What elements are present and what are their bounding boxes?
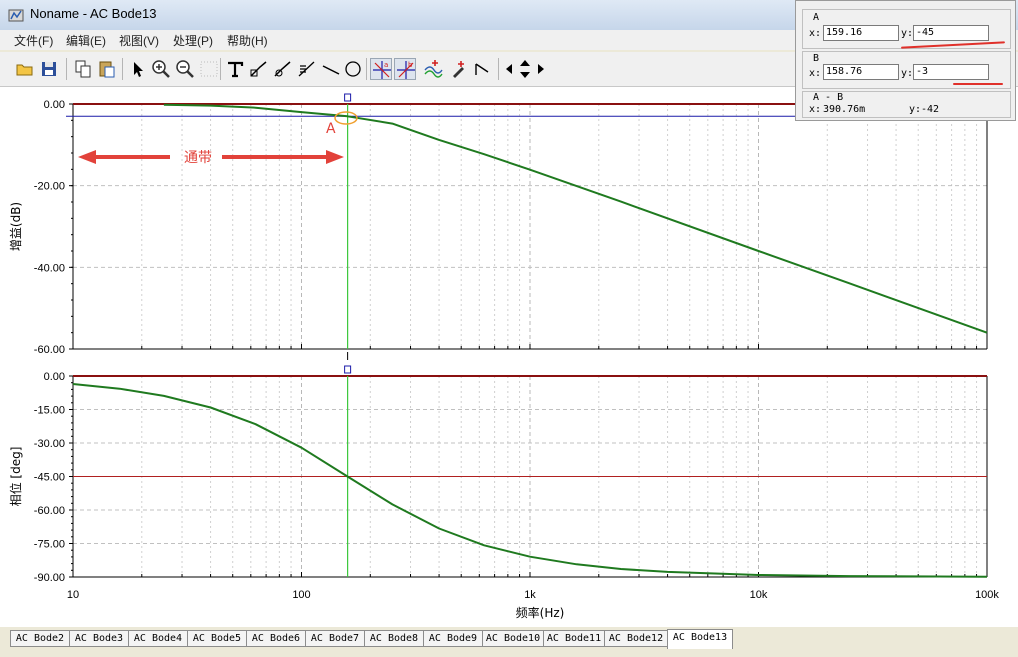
window-title: Noname - AC Bode13 bbox=[30, 6, 157, 21]
cursor-diff-header: A - B bbox=[813, 92, 844, 103]
x-tick-label: 100 bbox=[292, 589, 310, 601]
cursor-b-y-label: y: bbox=[901, 68, 914, 79]
scroll-left-icon[interactable] bbox=[502, 58, 516, 80]
highlight-underline bbox=[953, 83, 1003, 85]
text-tool-icon[interactable] bbox=[224, 58, 246, 80]
cursor-readout-panel: A x: 159.16 y: -45 B x: 158.76 y: -3 A -… bbox=[795, 0, 1016, 121]
cursor-b-x-field[interactable]: 158.76 bbox=[823, 64, 899, 80]
toolbar-separator bbox=[498, 58, 499, 80]
x-tick-label: 10 bbox=[67, 589, 79, 601]
tab-ac-bode13[interactable]: AC Bode13 bbox=[667, 629, 733, 649]
toolbar-separator bbox=[220, 58, 221, 80]
gain-y-tick-label: -20.00 bbox=[34, 181, 65, 193]
bode-plot-svg: 0.00 -20.00 -40.00 -60.00 增益(dB) 0.00 -15.00 -3… bbox=[8, 93, 999, 620]
line-tool-icon[interactable] bbox=[248, 58, 270, 80]
cursor-a-icon[interactable]: a bbox=[370, 58, 392, 80]
phase-y-axis-label: 相位 [deg] bbox=[8, 447, 23, 507]
svg-text:a: a bbox=[384, 61, 388, 69]
save-icon[interactable] bbox=[38, 58, 60, 80]
cursor-a-y-label: y: bbox=[901, 28, 914, 39]
cursor-b-header: B bbox=[813, 53, 820, 64]
app-icon bbox=[8, 7, 24, 23]
cursor-a-x-label: x: bbox=[809, 28, 822, 39]
pointer-icon[interactable] bbox=[126, 58, 148, 80]
annotate-tool-icon[interactable] bbox=[272, 58, 294, 80]
add-trace-icon[interactable] bbox=[422, 58, 444, 80]
tab-ac-bode9[interactable]: AC Bode9 bbox=[423, 630, 483, 647]
phase-y-tick-label: -45.00 bbox=[34, 472, 65, 484]
cursor-diff-group: A - B x: 390.76m y: -42 bbox=[802, 91, 1011, 118]
menu-file[interactable]: 文件(F) bbox=[14, 32, 53, 49]
tab-ac-bode10[interactable]: AC Bode10 bbox=[482, 630, 544, 647]
cursor-b-y-field[interactable]: -3 bbox=[913, 64, 989, 80]
phase-y-tick-label: -15.00 bbox=[34, 405, 65, 417]
toolbar-separator bbox=[366, 58, 367, 80]
cursor-diff-x-label: x: bbox=[809, 104, 822, 115]
tab-ac-bode4[interactable]: AC Bode4 bbox=[128, 630, 188, 647]
zoom-in-icon[interactable] bbox=[150, 58, 172, 80]
tab-ac-bode5[interactable]: AC Bode5 bbox=[187, 630, 247, 647]
straight-line-icon[interactable] bbox=[320, 58, 342, 80]
phase-y-tick-label: -90.00 bbox=[34, 572, 65, 584]
passband-label: 通带 bbox=[184, 150, 212, 166]
zoom-100-icon[interactable] bbox=[198, 58, 220, 80]
cursor-b-group: B x: 158.76 y: -3 bbox=[802, 51, 1011, 89]
x-tick-label: 10k bbox=[750, 589, 768, 601]
menu-help[interactable]: 帮助(H) bbox=[227, 32, 268, 49]
gain-y-axis-label: 增益(dB) bbox=[9, 202, 23, 251]
cursor-b-x-label: x: bbox=[809, 68, 822, 79]
cursor-a-y-field[interactable]: -45 bbox=[913, 25, 989, 41]
x-axis-label: 频率(Hz) bbox=[516, 605, 565, 620]
cursor-diff-y-value: -42 bbox=[921, 104, 940, 115]
menu-view[interactable]: 视图(V) bbox=[119, 32, 159, 49]
paste-icon[interactable] bbox=[96, 58, 118, 80]
toolbar-separator bbox=[66, 58, 67, 80]
gain-cursor-marker bbox=[344, 93, 352, 102]
bode-plot-area: 0.00 -20.00 -40.00 -60.00 增益(dB) 0.00 -15.00 -3… bbox=[0, 87, 1018, 627]
ellipse-icon[interactable] bbox=[342, 58, 364, 80]
menu-edit[interactable]: 编辑(E) bbox=[66, 32, 106, 49]
tab-ac-bode3[interactable]: AC Bode3 bbox=[69, 630, 129, 647]
hatch-tool-icon[interactable] bbox=[296, 58, 318, 80]
open-folder-icon[interactable] bbox=[14, 58, 36, 80]
cursor-a-header: A bbox=[813, 12, 820, 23]
cursor-b-icon[interactable]: b bbox=[394, 58, 416, 80]
tab-ac-bode2[interactable]: AC Bode2 bbox=[10, 630, 70, 647]
tab-ac-bode11[interactable]: AC Bode11 bbox=[543, 630, 605, 647]
tab-ac-bode7[interactable]: AC Bode7 bbox=[305, 630, 365, 647]
tab-bar: AC Bode2 AC Bode3 AC Bode4 AC Bode5 AC Bode6… bbox=[0, 627, 1018, 657]
phase-y-tick-label: -30.00 bbox=[34, 438, 65, 450]
point-a-label: A bbox=[326, 121, 336, 137]
cursor-diff-x-value: 390.76m bbox=[823, 104, 866, 115]
phase-y-tick-label: 0.00 bbox=[44, 371, 65, 383]
gain-y-tick-label: -40.00 bbox=[34, 262, 65, 274]
tab-ac-bode8[interactable]: AC Bode8 bbox=[364, 630, 424, 647]
tab-ac-bode12[interactable]: AC Bode12 bbox=[604, 630, 668, 647]
x-tick-label: 1k bbox=[524, 589, 536, 601]
menu-process[interactable]: 处理(P) bbox=[173, 32, 213, 49]
step-icon[interactable] bbox=[472, 58, 494, 80]
gain-y-tick-label: -60.00 bbox=[34, 344, 65, 356]
toolbar-separator bbox=[122, 58, 123, 80]
highlight-underline bbox=[901, 41, 1005, 49]
phase-y-tick-label: -60.00 bbox=[34, 505, 65, 517]
x-tick-label: 100k bbox=[975, 589, 999, 601]
gain-y-tick-label: 0.00 bbox=[44, 99, 65, 111]
phase-y-tick-label: -75.00 bbox=[34, 539, 65, 551]
cursor-diff-y-label: y: bbox=[909, 104, 922, 115]
cursor-a-x-field[interactable]: 159.16 bbox=[823, 25, 899, 41]
scroll-up-down-icon[interactable] bbox=[516, 58, 534, 80]
cursor-a-group: A x: 159.16 y: -45 bbox=[802, 9, 1011, 49]
zoom-out-icon[interactable] bbox=[174, 58, 196, 80]
color-picker-icon[interactable] bbox=[448, 58, 470, 80]
phase-cursor-marker bbox=[344, 365, 352, 374]
svg-text:b: b bbox=[408, 61, 413, 69]
copy-icon[interactable] bbox=[72, 58, 94, 80]
tab-ac-bode6[interactable]: AC Bode6 bbox=[246, 630, 306, 647]
scroll-right-icon[interactable] bbox=[534, 58, 548, 80]
